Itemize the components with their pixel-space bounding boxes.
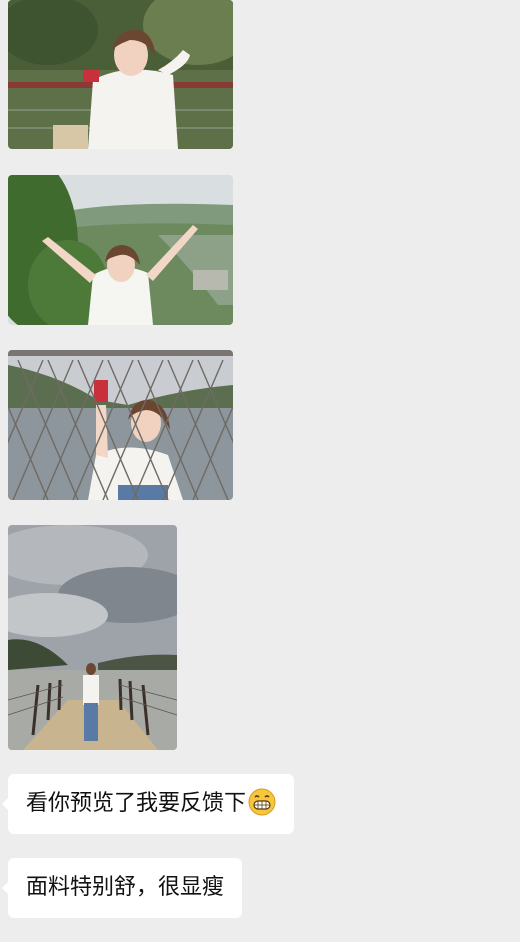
- message-text: 面料特别舒，很显瘦: [26, 875, 225, 900]
- grinning-face-emoji-icon: [248, 788, 276, 816]
- chat-image-4[interactable]: [8, 525, 177, 750]
- chat-image-3[interactable]: [8, 350, 233, 500]
- photo-woman-fence-image: [8, 350, 233, 500]
- chat-image-2[interactable]: [8, 175, 233, 325]
- message-text: 看你预览了我要反馈下: [26, 791, 247, 816]
- chat-bubble-fabric[interactable]: 面料特别舒，很显瘦: [1, 858, 243, 918]
- chat-bubble-feedback[interactable]: 看你预览了我要反馈下: [1, 774, 295, 834]
- photo-woman-valley-image: [8, 175, 233, 325]
- chat-image-1[interactable]: [8, 0, 233, 149]
- photo-woman-railing-image: [8, 0, 233, 149]
- photo-woman-pier-image: [8, 525, 177, 750]
